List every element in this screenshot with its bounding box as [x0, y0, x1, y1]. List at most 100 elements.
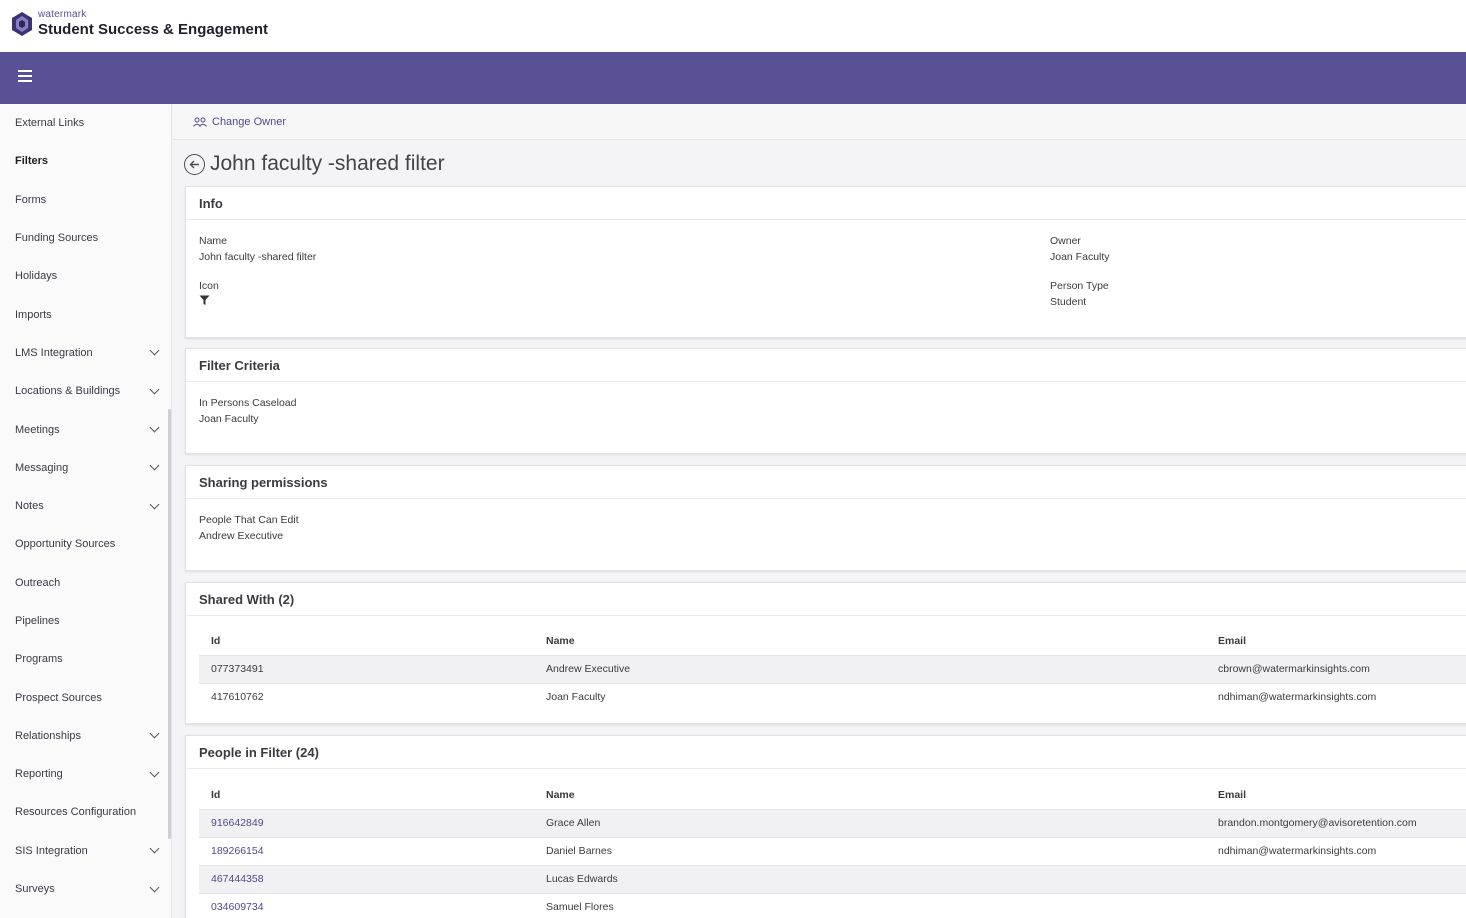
table-row[interactable]: 034609734 Samuel Flores	[199, 892, 1466, 918]
sidebar-item-locations-buildings[interactable]: Locations & Buildings	[0, 372, 171, 410]
sidebar-item-reporting[interactable]: Reporting	[0, 755, 171, 793]
column-header-email[interactable]: Email	[1206, 628, 1466, 655]
filter-criteria-card: Filter Criteria In Persons Caseload Joan…	[185, 348, 1466, 454]
owner-value: Joan Faculty	[1050, 251, 1110, 263]
sidebar-item-label: Filters	[15, 155, 49, 168]
sidebar-item-funding-sources[interactable]: Funding Sources	[0, 219, 171, 257]
cell-id: 467444358	[199, 864, 534, 893]
sidebar-item-label: LMS Integration	[15, 346, 93, 359]
sidebar-item-label: Prospect Sources	[15, 691, 102, 704]
info-heading: Info	[186, 187, 1466, 220]
person-id-link[interactable]: 467444358	[211, 873, 264, 885]
cell-email: cbrown@watermarkinsights.com	[1206, 654, 1466, 683]
person-type-label: Person Type	[1050, 280, 1109, 292]
chevron-down-icon[interactable]	[149, 728, 160, 739]
column-header-email[interactable]: Email	[1206, 782, 1466, 809]
column-header-name[interactable]: Name	[534, 782, 1206, 809]
cell-id: 189266154	[199, 836, 534, 865]
sidebar-item-sis-integration[interactable]: SIS Integration	[0, 832, 171, 870]
chevron-down-icon[interactable]	[149, 460, 160, 471]
sidebar-item-label: Outreach	[15, 576, 61, 589]
column-header-id[interactable]: Id	[199, 782, 534, 809]
column-header-name[interactable]: Name	[534, 628, 1206, 655]
cell-name: Andrew Executive	[534, 654, 1206, 683]
people-heading: People in Filter (24)	[186, 736, 1466, 769]
sidebar-item-filters[interactable]: Filters	[0, 142, 171, 180]
shared-with-table: Id Name Email 077373491 Andrew Executive cbr…	[199, 628, 1466, 711]
app-logo[interactable]: watermark Student Success & Engagement	[10, 10, 268, 37]
person-id-link[interactable]: 034609734	[211, 901, 264, 913]
chevron-down-icon[interactable]	[149, 843, 160, 854]
shared-with-card: Shared With (2) Id Name Email 077373491 And…	[185, 582, 1466, 724]
person-id-link[interactable]: 189266154	[211, 845, 264, 857]
sidebar-item-holidays[interactable]: Holidays	[0, 257, 171, 295]
sidebar-item-pipelines[interactable]: Pipelines	[0, 602, 171, 640]
cell-id: 417610762	[199, 682, 534, 711]
chevron-down-icon[interactable]	[149, 345, 160, 356]
table-row[interactable]: 916642849 Grace Allen brandon.montgomery@a…	[199, 808, 1466, 837]
table-row[interactable]: 189266154 Daniel Barnes ndhiman@watermarki…	[199, 836, 1466, 865]
cell-id: 034609734	[199, 892, 534, 918]
sidebar-item-label: External Links	[15, 117, 85, 130]
sidebar-item-label: SIS Integration	[15, 844, 88, 857]
sidebar-item-label: Relationships	[15, 729, 82, 742]
info-card: Info Name John faculty -shared filter Ic…	[185, 186, 1466, 338]
sidebar-item-external-links[interactable]: External Links	[0, 104, 171, 142]
sidebar-item-opportunity-sources[interactable]: Opportunity Sources	[0, 525, 171, 563]
owner-label: Owner	[1050, 235, 1081, 247]
chevron-down-icon[interactable]	[149, 384, 160, 395]
cell-id: 916642849	[199, 808, 534, 837]
criteria-label: In Persons Caseload	[199, 397, 297, 409]
sidebar-item-lms-integration[interactable]: LMS Integration	[0, 334, 171, 372]
change-owner-button[interactable]: Change Owner	[212, 116, 286, 128]
chevron-down-icon[interactable]	[149, 767, 160, 778]
sidebar-item-outreach[interactable]: Outreach	[0, 564, 171, 602]
sidebar-item-messaging[interactable]: Messaging	[0, 449, 171, 487]
chevron-down-icon[interactable]	[149, 882, 160, 893]
filter-criteria-heading: Filter Criteria	[186, 349, 1466, 382]
cell-name: Daniel Barnes	[534, 836, 1206, 865]
table-row[interactable]: 417610762 Joan Faculty ndhiman@watermarkin…	[199, 682, 1466, 711]
top-header: watermark Student Success & Engagement	[0, 0, 1466, 52]
sidebar-item-relationships[interactable]: Relationships	[0, 717, 171, 755]
sidebar-item-label: Surveys	[15, 883, 55, 896]
sidebar-item-forms[interactable]: Forms	[0, 181, 171, 219]
can-edit-label: People That Can Edit	[199, 514, 299, 526]
sidebar-item-label: Notes	[15, 500, 44, 513]
brand-title: Student Success & Engagement	[38, 21, 269, 38]
sidebar-item-surveys[interactable]: Surveys	[0, 870, 171, 908]
sidebar-item-label: Locations & Buildings	[15, 385, 121, 398]
person-type-value: Student	[1050, 296, 1087, 308]
table-row[interactable]: 077373491 Andrew Executive cbrown@watermar…	[199, 654, 1466, 683]
sidebar-item-notes[interactable]: Notes	[0, 487, 171, 525]
chevron-down-icon[interactable]	[149, 499, 160, 510]
hamburger-menu-icon[interactable]	[18, 70, 32, 84]
back-arrow-icon[interactable]	[184, 153, 205, 175]
sidebar-scrollbar[interactable]	[168, 409, 171, 839]
chevron-down-icon[interactable]	[149, 422, 160, 433]
watermark-logo-icon	[12, 11, 32, 36]
sidebar-item-label: Forms	[15, 193, 47, 206]
sidebar-item-programs[interactable]: Programs	[0, 640, 171, 678]
sidebar-item-prospect-sources[interactable]: Prospect Sources	[0, 678, 171, 716]
sharing-permissions-card: Sharing permissions People That Can Edit…	[185, 465, 1466, 571]
sharing-heading: Sharing permissions	[186, 466, 1466, 499]
cell-name: Grace Allen	[534, 808, 1206, 837]
shared-with-heading: Shared With (2)	[186, 583, 1466, 616]
table-row[interactable]: 467444358 Lucas Edwards	[199, 864, 1466, 893]
sidebar-item-label: Reporting	[15, 768, 63, 781]
sidebar-item-label: Funding Sources	[15, 232, 99, 245]
sidebar-item-imports[interactable]: Imports	[0, 295, 171, 333]
person-id-link[interactable]: 916642849	[211, 817, 264, 829]
sidebar-item-label: Programs	[15, 653, 63, 666]
column-header-id[interactable]: Id	[199, 628, 534, 655]
cell-name: Joan Faculty	[534, 682, 1206, 711]
people-icon	[193, 117, 207, 127]
sidebar-item-resources-configuration[interactable]: Resources Configuration	[0, 793, 171, 831]
sidebar-item-meetings[interactable]: Meetings	[0, 410, 171, 448]
cell-email	[1206, 892, 1466, 918]
filter-icon	[199, 295, 210, 305]
cell-name: Samuel Flores	[534, 892, 1206, 918]
action-bar: Change Owner	[173, 104, 1466, 140]
cell-email	[1206, 864, 1466, 893]
